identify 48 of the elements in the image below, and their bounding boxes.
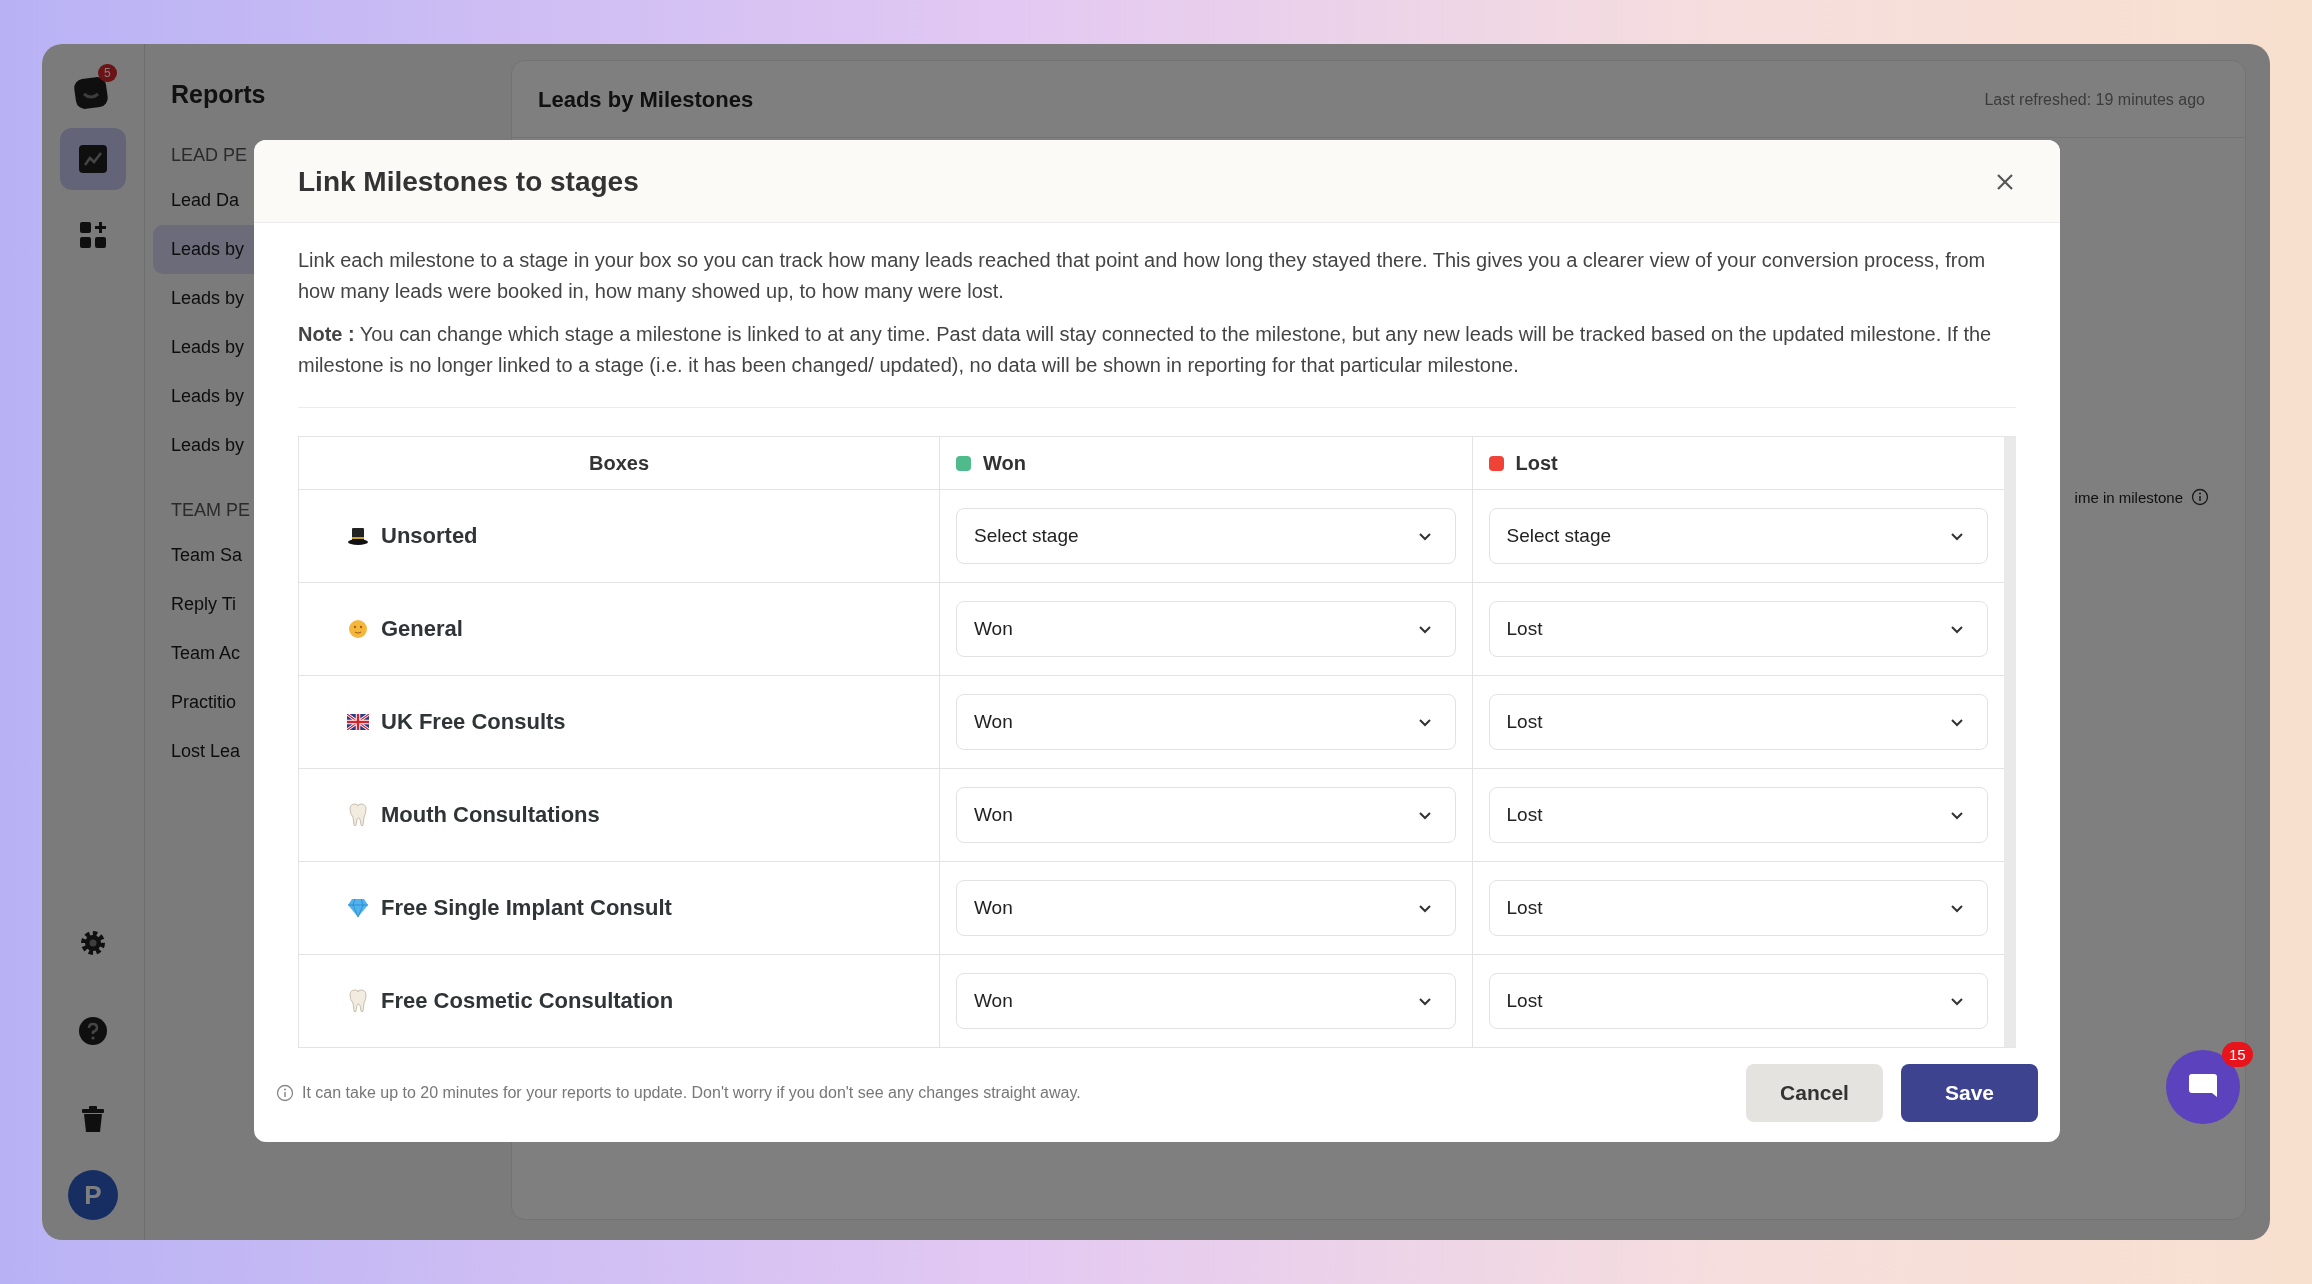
description-text: Link each milestone to a stage in your box so you can track how many leads reached that point and how long they stayed there. This gives you a clearer view of your conversion process, from how many leads were booked in, how many showed up, to how many were lost. bbox=[298, 248, 1987, 304]
stage-select[interactable]: Select stage bbox=[956, 508, 1456, 564]
dialog-title: Link Milestones to stages bbox=[298, 166, 639, 198]
nav-button[interactable] bbox=[60, 128, 126, 190]
stage-select[interactable]: Lost bbox=[1488, 601, 1988, 657]
sun-face-icon bbox=[347, 618, 369, 640]
column-header: Lost bbox=[1515, 451, 1558, 475]
notification-badge: 15 bbox=[2222, 1042, 2253, 1067]
panel-title: Reports bbox=[170, 79, 267, 109]
stage-select[interactable]: Won bbox=[956, 694, 1456, 750]
stage-select[interactable]: Lost bbox=[1488, 787, 1988, 843]
stage-select[interactable]: Lost bbox=[1488, 880, 1988, 936]
save-button[interactable]: Save bbox=[1900, 1064, 2038, 1122]
tooth-icon bbox=[347, 803, 369, 827]
section-heading: LEAD PE bbox=[170, 145, 249, 166]
section-heading: TEAM PE bbox=[170, 500, 251, 521]
top-hat-icon bbox=[347, 525, 369, 547]
settings-icon[interactable] bbox=[78, 928, 108, 958]
footer-note: It can take up to 20 minutes for your reports to update. Don't worry if you don't see any changes straight away. bbox=[302, 1084, 1081, 1102]
stage-select[interactable]: Lost bbox=[1488, 973, 1988, 1029]
box-name: Unsorted bbox=[381, 523, 478, 549]
tooth-icon bbox=[347, 989, 369, 1013]
stage-select[interactable]: Won bbox=[956, 601, 1456, 657]
cancel-button[interactable]: Cancel bbox=[1746, 1064, 1883, 1122]
stage-select[interactable]: Won bbox=[956, 973, 1456, 1029]
column-header: ime in milestone bbox=[2074, 488, 2183, 506]
flag-icon bbox=[347, 714, 369, 730]
notification-badge: 5 bbox=[98, 64, 117, 82]
info-icon bbox=[276, 1084, 294, 1102]
note-text: Note : You can change which stage a milestone is linked to at any time. Past data will stay connected to the milestone, but any new leads will be tracked based on the updated milestone. If the milestone is no longer linked to a stage (i.e. it has been changed/ updated), no data will be shown in reporting for that particular milestone. bbox=[298, 322, 1993, 378]
help-icon[interactable] bbox=[78, 1016, 108, 1046]
info-icon bbox=[2191, 488, 2209, 506]
box-name: Free Single Implant Consult bbox=[381, 895, 672, 921]
chart-icon bbox=[78, 144, 108, 174]
box-name: General bbox=[381, 616, 463, 642]
box-name: UK Free Consults bbox=[381, 709, 566, 735]
gem-icon bbox=[347, 898, 369, 918]
stage-select[interactable]: Lost bbox=[1488, 694, 1988, 750]
report-title: Leads by Milestones bbox=[538, 87, 754, 113]
box-name: Free Cosmetic Consultation bbox=[381, 988, 674, 1014]
stage-select[interactable]: Won bbox=[956, 787, 1456, 843]
apps-icon bbox=[78, 220, 108, 250]
column-header: Boxes bbox=[589, 451, 649, 475]
column-header: Won bbox=[983, 451, 1026, 475]
box-name: Mouth Consultations bbox=[381, 802, 600, 828]
last-refreshed-text: Last refreshed: 19 minutes ago bbox=[1984, 91, 2205, 109]
stage-select[interactable]: Select stage bbox=[1488, 508, 1988, 564]
stage-select[interactable]: Won bbox=[956, 880, 1456, 936]
